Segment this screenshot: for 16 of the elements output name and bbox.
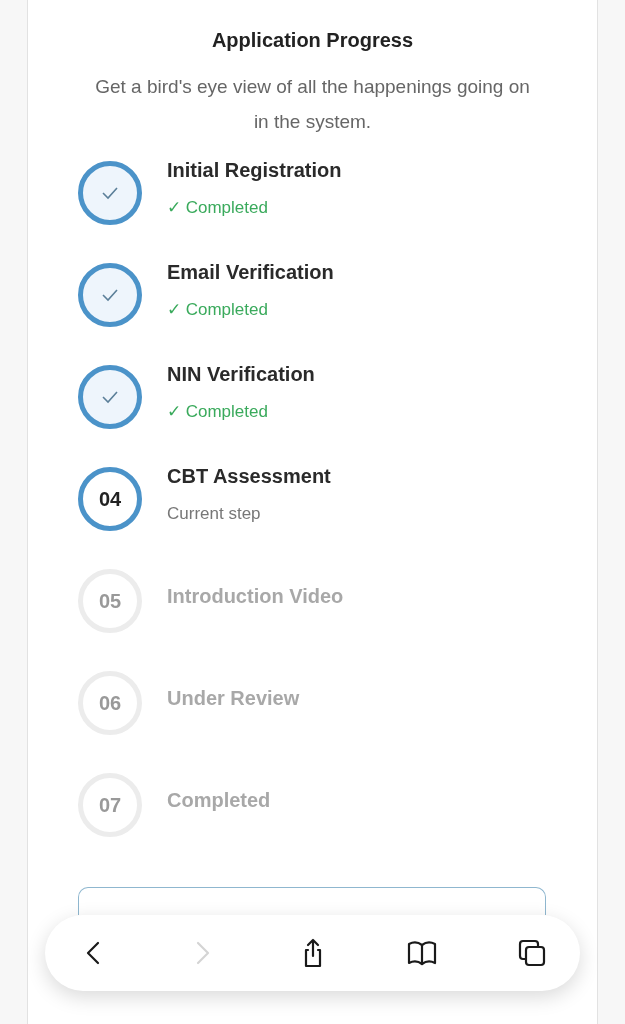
step-status: ✓ Completed xyxy=(167,197,269,220)
step-title: NIN Verification xyxy=(167,362,315,388)
step-status: Current step xyxy=(167,503,262,526)
step-title: Initial Registration xyxy=(167,158,342,184)
step-status: ✓ Completed xyxy=(167,299,269,322)
check-icon xyxy=(101,288,119,302)
step-title: Introduction Video xyxy=(167,584,344,609)
step-title: CBT Assessment xyxy=(167,464,331,490)
check-icon xyxy=(101,186,119,200)
card-title: Application Progress xyxy=(211,28,414,53)
step-title: Completed xyxy=(167,788,271,813)
step-title: Under Review xyxy=(167,686,300,711)
step-status: ✓ Completed xyxy=(167,401,269,424)
step-title: Email Verification xyxy=(167,260,334,286)
card-subtitle: Get a bird's eye view of all the happenings going on in the system. xyxy=(94,75,531,134)
check-icon xyxy=(101,390,119,404)
